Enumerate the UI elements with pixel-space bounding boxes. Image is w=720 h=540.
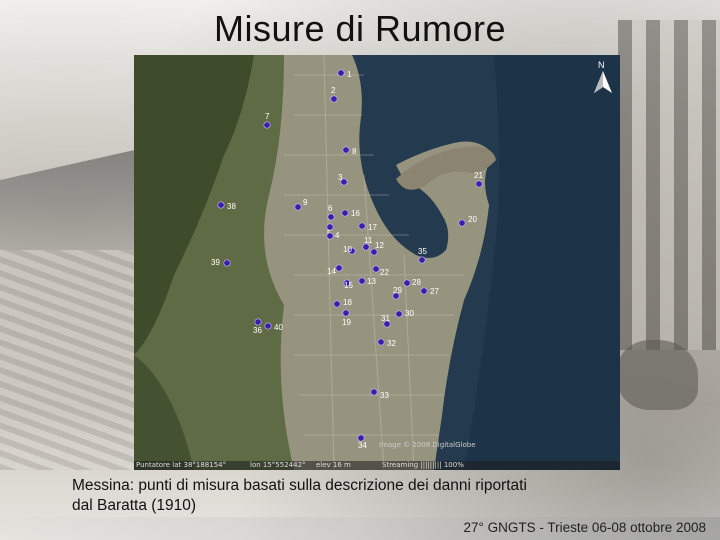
measurement-point-marker[interactable] [337,69,345,77]
measurement-point-marker[interactable] [458,219,466,227]
measurement-point-marker[interactable] [418,256,426,264]
measurement-point-marker[interactable] [395,310,403,318]
background-ground [0,250,135,470]
map-canvas: 1278321389616205174101112391422351315282… [134,55,620,470]
caption-line-2: dal Baratta (1910) [72,497,197,514]
measurement-point-label: 18 [343,298,352,307]
measurement-point-marker[interactable] [264,322,272,330]
footer-text: 27° GNGTS - Trieste 06-08 ottobre 2008 [463,520,706,535]
measurement-point-marker[interactable] [358,277,366,285]
measurement-point-marker[interactable] [372,265,380,273]
measurement-point-marker[interactable] [294,203,302,211]
measurement-point-marker[interactable] [475,180,483,188]
north-arrow-icon: N [594,60,612,93]
measurement-point-label: 16 [351,209,360,218]
background-rock [618,340,698,410]
measurement-point-marker[interactable] [217,201,225,209]
measurement-point-label: 38 [227,202,236,211]
measurement-point-marker[interactable] [326,232,334,240]
map-copyright: Image © 2008 DigitalGlobe [379,441,476,449]
measurement-point-label: 36 [253,326,262,335]
slide-title: Misure di Rumore [213,8,507,49]
measurement-point-label: 30 [405,309,414,318]
caption-line-1: Messina: punti di misura basati sulla de… [72,477,527,494]
status-streaming: Streaming ||||||||| 100% [382,461,464,469]
measurement-point-label: 32 [387,339,396,348]
measurement-point-label: 21 [474,171,483,180]
measurement-point-label: 31 [381,314,390,323]
measurement-point-marker[interactable] [403,279,411,287]
measurement-point-label: 28 [412,278,421,287]
measurement-point-marker[interactable] [333,300,341,308]
slide-caption: Messina: punti di misura basati sulla de… [72,476,672,516]
status-elev: elev 16 m [316,461,351,469]
measurement-point-marker[interactable] [377,338,385,346]
measurement-point-label: 1 [347,70,352,79]
measurement-point-label: 22 [380,268,389,277]
measurement-point-label: 17 [368,223,377,232]
status-lon: lon 15°552442° [250,461,306,469]
measurement-point-marker[interactable] [370,388,378,396]
measurement-point-label: 12 [375,241,384,250]
measurement-point-label: 39 [211,258,220,267]
measurement-point-marker[interactable] [330,95,338,103]
measurement-point-label: 6 [328,204,333,213]
strait-water [464,55,620,470]
measurement-point-label: 3 [338,173,343,182]
measurement-point-label: 27 [430,287,439,296]
measurement-point-label: 29 [393,286,402,295]
urban-area [264,55,494,470]
measurement-point-label: 40 [274,323,283,332]
measurement-point-label: 13 [367,277,376,286]
measurement-point-label: 7 [265,112,270,121]
measurement-point-marker[interactable] [327,213,335,221]
measurement-point-label: 9 [303,198,308,207]
measurement-point-label: 19 [342,318,351,327]
measurement-point-marker[interactable] [254,318,262,326]
measurement-point-label: 35 [418,247,427,256]
measurement-point-label: 33 [380,391,389,400]
status-pointer: Puntatore lat 38°188154° [136,461,227,469]
measurement-point-label: 8 [352,147,357,156]
measurement-point-marker[interactable] [420,287,428,295]
measurement-point-marker[interactable] [341,209,349,217]
measurement-point-label: 10 [343,245,352,254]
background-building-right [618,20,720,350]
measurement-point-label: 15 [344,281,353,290]
measurement-point-marker[interactable] [263,121,271,129]
measurement-point-marker[interactable] [223,259,231,267]
measurement-point-label: 34 [358,441,367,450]
map-status-bar: Puntatore lat 38°188154° lon 15°552442° … [134,461,620,470]
measurement-point-label: 2 [331,86,336,95]
compass-letter: N [598,60,605,70]
measurement-point-label: 11 [364,236,373,245]
measurement-point-marker[interactable] [335,264,343,272]
measurement-point-marker[interactable] [358,222,366,230]
measurement-point-label: 4 [335,231,340,240]
measurement-point-marker[interactable] [342,146,350,154]
measurement-point-label: 14 [327,267,336,276]
measurement-point-marker[interactable] [342,309,350,317]
measurement-point-label: 20 [468,215,477,224]
satellite-map[interactable]: 1278321389616205174101112391422351315282… [134,55,620,470]
